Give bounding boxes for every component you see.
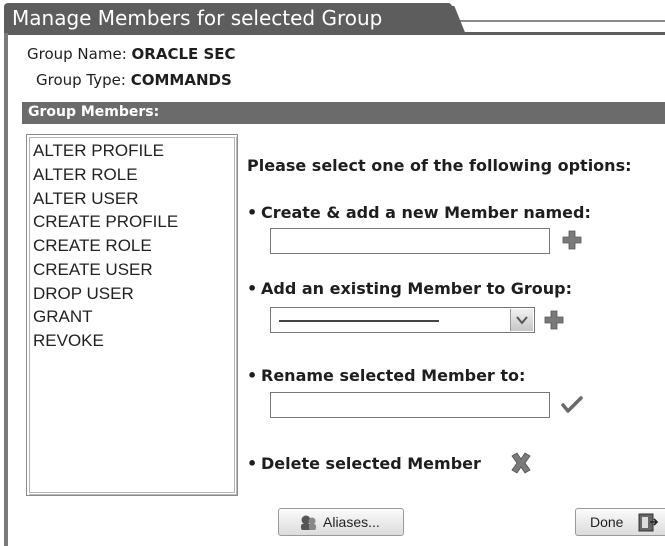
options-prompt: Please select one of the following optio… bbox=[247, 156, 632, 175]
manage-members-dialog: Manage Members for selected Group Group … bbox=[0, 0, 665, 546]
checkmark-icon[interactable] bbox=[561, 396, 583, 414]
group-type-row: Group Type: COMMANDS bbox=[36, 71, 232, 89]
aliases-button[interactable]: Aliases... bbox=[278, 508, 404, 536]
list-item[interactable]: CREATE ROLE bbox=[33, 236, 152, 256]
option-delete: • Delete selected Member bbox=[247, 454, 481, 473]
list-item[interactable]: GRANT bbox=[33, 307, 93, 327]
list-item[interactable]: ALTER USER bbox=[33, 189, 139, 209]
bullet: • bbox=[247, 279, 258, 298]
group-type-value: COMMANDS bbox=[130, 71, 232, 89]
exit-icon bbox=[638, 513, 658, 532]
dialog-title: Manage Members for selected Group bbox=[12, 6, 383, 30]
group-name-value: ORACLE SEC bbox=[131, 45, 236, 63]
dialog-left-border bbox=[4, 33, 8, 546]
delete-member-label: Delete selected Member bbox=[261, 454, 481, 473]
create-member-label: Create & add a new Member named: bbox=[261, 203, 591, 222]
group-name-row: Group Name: ORACLE SEC bbox=[27, 45, 236, 63]
group-members-header-label: Group Members: bbox=[28, 104, 160, 120]
done-button-label: Done bbox=[590, 514, 624, 530]
add-existing-member-label: Add an existing Member to Group: bbox=[261, 279, 573, 298]
aliases-icon bbox=[301, 515, 316, 530]
list-item[interactable]: CREATE PROFILE bbox=[33, 212, 178, 232]
existing-member-selected-value bbox=[279, 320, 439, 323]
dialog-title-tab: Manage Members for selected Group bbox=[4, 3, 452, 33]
list-item[interactable]: DROP USER bbox=[33, 284, 134, 304]
option-add-existing: • Add an existing Member to Group: bbox=[247, 279, 572, 298]
plus-icon[interactable] bbox=[544, 310, 564, 330]
list-item[interactable]: CREATE USER bbox=[33, 260, 153, 280]
rename-member-label: Rename selected Member to: bbox=[261, 366, 526, 385]
rename-member-input[interactable] bbox=[270, 392, 550, 418]
chevron-down-icon bbox=[516, 316, 528, 325]
title-underline bbox=[4, 32, 665, 35]
list-item[interactable]: REVOKE bbox=[33, 331, 104, 351]
list-item[interactable]: ALTER PROFILE bbox=[33, 141, 164, 161]
group-name-label: Group Name: bbox=[27, 45, 127, 63]
existing-member-select[interactable] bbox=[270, 307, 535, 333]
new-member-name-input[interactable] bbox=[270, 228, 550, 254]
dropdown-button[interactable] bbox=[510, 309, 533, 331]
title-divider-line bbox=[452, 20, 665, 22]
option-create: • Create & add a new Member named: bbox=[247, 203, 591, 222]
group-members-header: Group Members: bbox=[22, 102, 665, 124]
x-icon[interactable] bbox=[509, 452, 533, 474]
group-type-label: Group Type: bbox=[36, 71, 126, 89]
bullet: • bbox=[247, 454, 258, 473]
option-rename: • Rename selected Member to: bbox=[247, 366, 525, 385]
done-button[interactable]: Done bbox=[575, 508, 665, 536]
bullet: • bbox=[247, 366, 258, 385]
group-members-list[interactable]: ALTER PROFILE ALTER ROLE ALTER USER CREA… bbox=[26, 134, 238, 496]
plus-icon[interactable] bbox=[562, 230, 582, 250]
list-item[interactable]: ALTER ROLE bbox=[33, 165, 138, 185]
aliases-button-label: Aliases... bbox=[323, 514, 380, 530]
bullet: • bbox=[247, 203, 258, 222]
